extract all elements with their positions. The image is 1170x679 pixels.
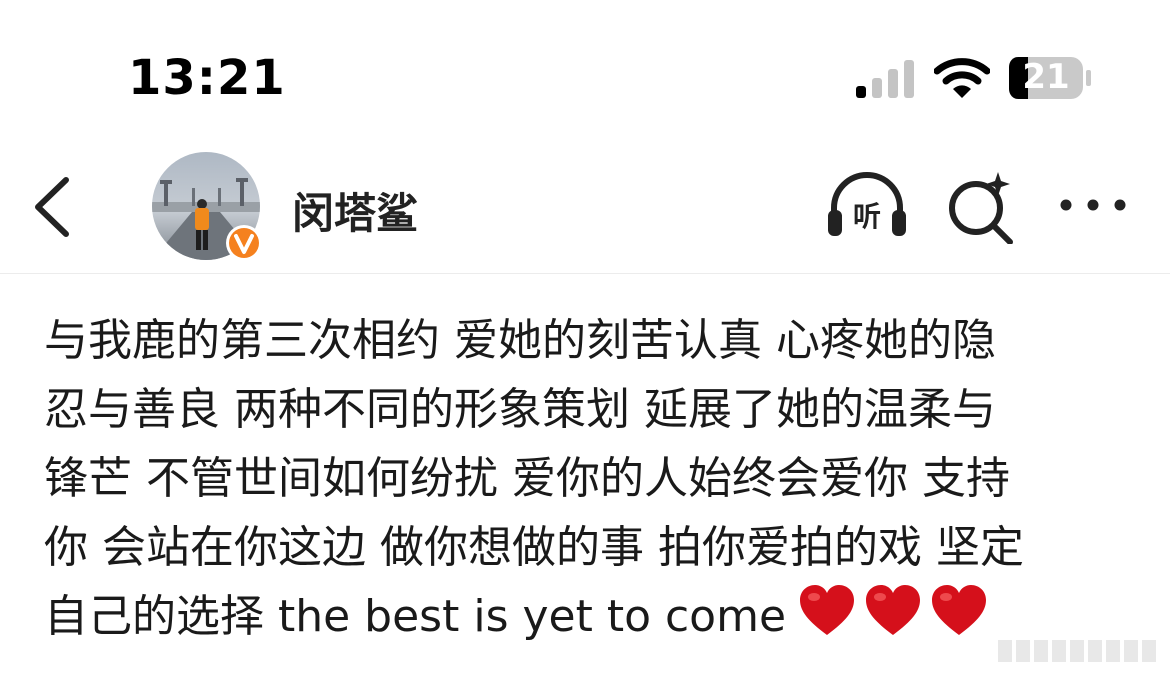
wifi-icon bbox=[934, 58, 990, 98]
listen-icon[interactable]: 听 bbox=[824, 170, 910, 242]
red-heart-icon bbox=[866, 585, 921, 635]
red-heart-icon bbox=[932, 585, 987, 635]
nav-bar: 闵塔鲨 听 bbox=[0, 140, 1170, 274]
post-line-last: 自己的选择 the best is yet to come bbox=[44, 582, 1134, 651]
chevron-left-icon[interactable] bbox=[28, 172, 78, 242]
status-bar: 13:21 21 bbox=[0, 0, 1170, 140]
red-heart-icon bbox=[800, 585, 855, 635]
more-icon[interactable] bbox=[1056, 190, 1130, 220]
battery-level: 21 bbox=[1022, 57, 1070, 97]
username[interactable]: 闵塔鲨 bbox=[292, 180, 418, 241]
post-line: 锋芒 不管世间如何纷扰 爱你的人始终会爱你 支持 bbox=[44, 453, 1010, 504]
verified-badge-icon bbox=[226, 225, 262, 261]
listen-glyph: 听 bbox=[853, 200, 881, 233]
post-line: 自己的选择 the best is yet to come bbox=[44, 591, 787, 642]
post-body: 与我鹿的第三次相约 爱她的刻苦认真 心疼她的隐 忍与善良 两种不同的形象策划 延… bbox=[44, 306, 1134, 651]
post-line: 与我鹿的第三次相约 爱她的刻苦认真 心疼她的隐 bbox=[44, 315, 996, 366]
status-time: 13:21 bbox=[128, 50, 286, 106]
post-line: 你 会站在你这边 做你想做的事 拍你爱拍的戏 坚定 bbox=[44, 522, 1024, 573]
watermark-icon bbox=[998, 640, 1156, 662]
signal-icon bbox=[856, 60, 914, 98]
search-icon[interactable] bbox=[944, 170, 1018, 244]
post-line: 忍与善良 两种不同的形象策划 延展了她的温柔与 bbox=[44, 384, 996, 435]
